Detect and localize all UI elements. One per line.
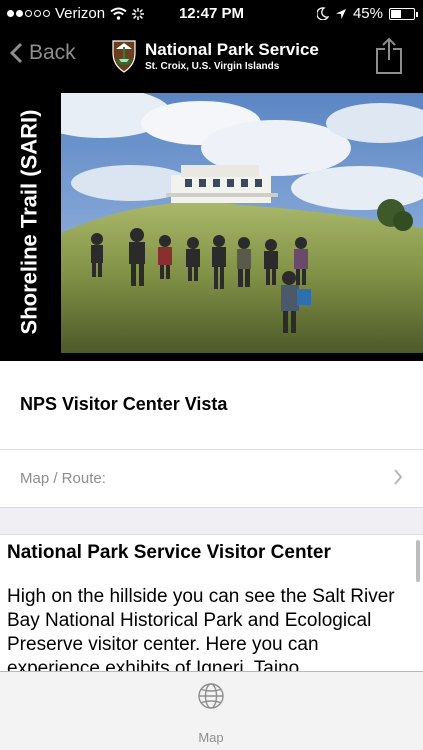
place-title: NPS Visitor Center Vista [20,394,228,414]
nps-arrowhead-logo [112,40,136,73]
chevron-left-icon [10,42,23,64]
section-heading: National Park Service Visitor Center [7,542,331,563]
map-route-row[interactable]: Map / Route: [0,450,423,507]
back-button-label: Back [29,41,76,64]
moon-icon [316,7,329,20]
nav-subtitle: St. Croix, U.S. Virgin Islands [145,61,280,72]
section-separator [0,507,423,535]
tab-map[interactable]: Map [183,680,239,745]
share-icon[interactable] [375,37,403,75]
globe-icon [198,683,224,709]
trail-side-label: Shoreline Trail (SARI) [16,109,41,335]
description-text: High on the hillside you can see the Sal… [7,586,395,671]
chevron-right-icon [394,469,403,485]
battery-percent: 45% [352,5,383,22]
tab-map-label: Map [198,730,224,745]
map-route-label: Map / Route: [20,470,106,487]
scroll-indicator[interactable] [416,540,420,582]
location-arrow-icon [335,8,346,19]
nav-title: National Park Service [145,40,319,59]
hillside-hikers-photo [61,93,423,353]
tab-bar: Map [0,671,423,750]
status-bar: Verizon 12:47 PM 45% [0,0,423,29]
navigation-bar: Back National Park Service St. Croix, U.… [0,29,423,83]
battery-icon [389,7,418,20]
back-button[interactable]: Back [10,41,76,65]
trail-hero: Shoreline Trail (SARI) [0,83,423,361]
